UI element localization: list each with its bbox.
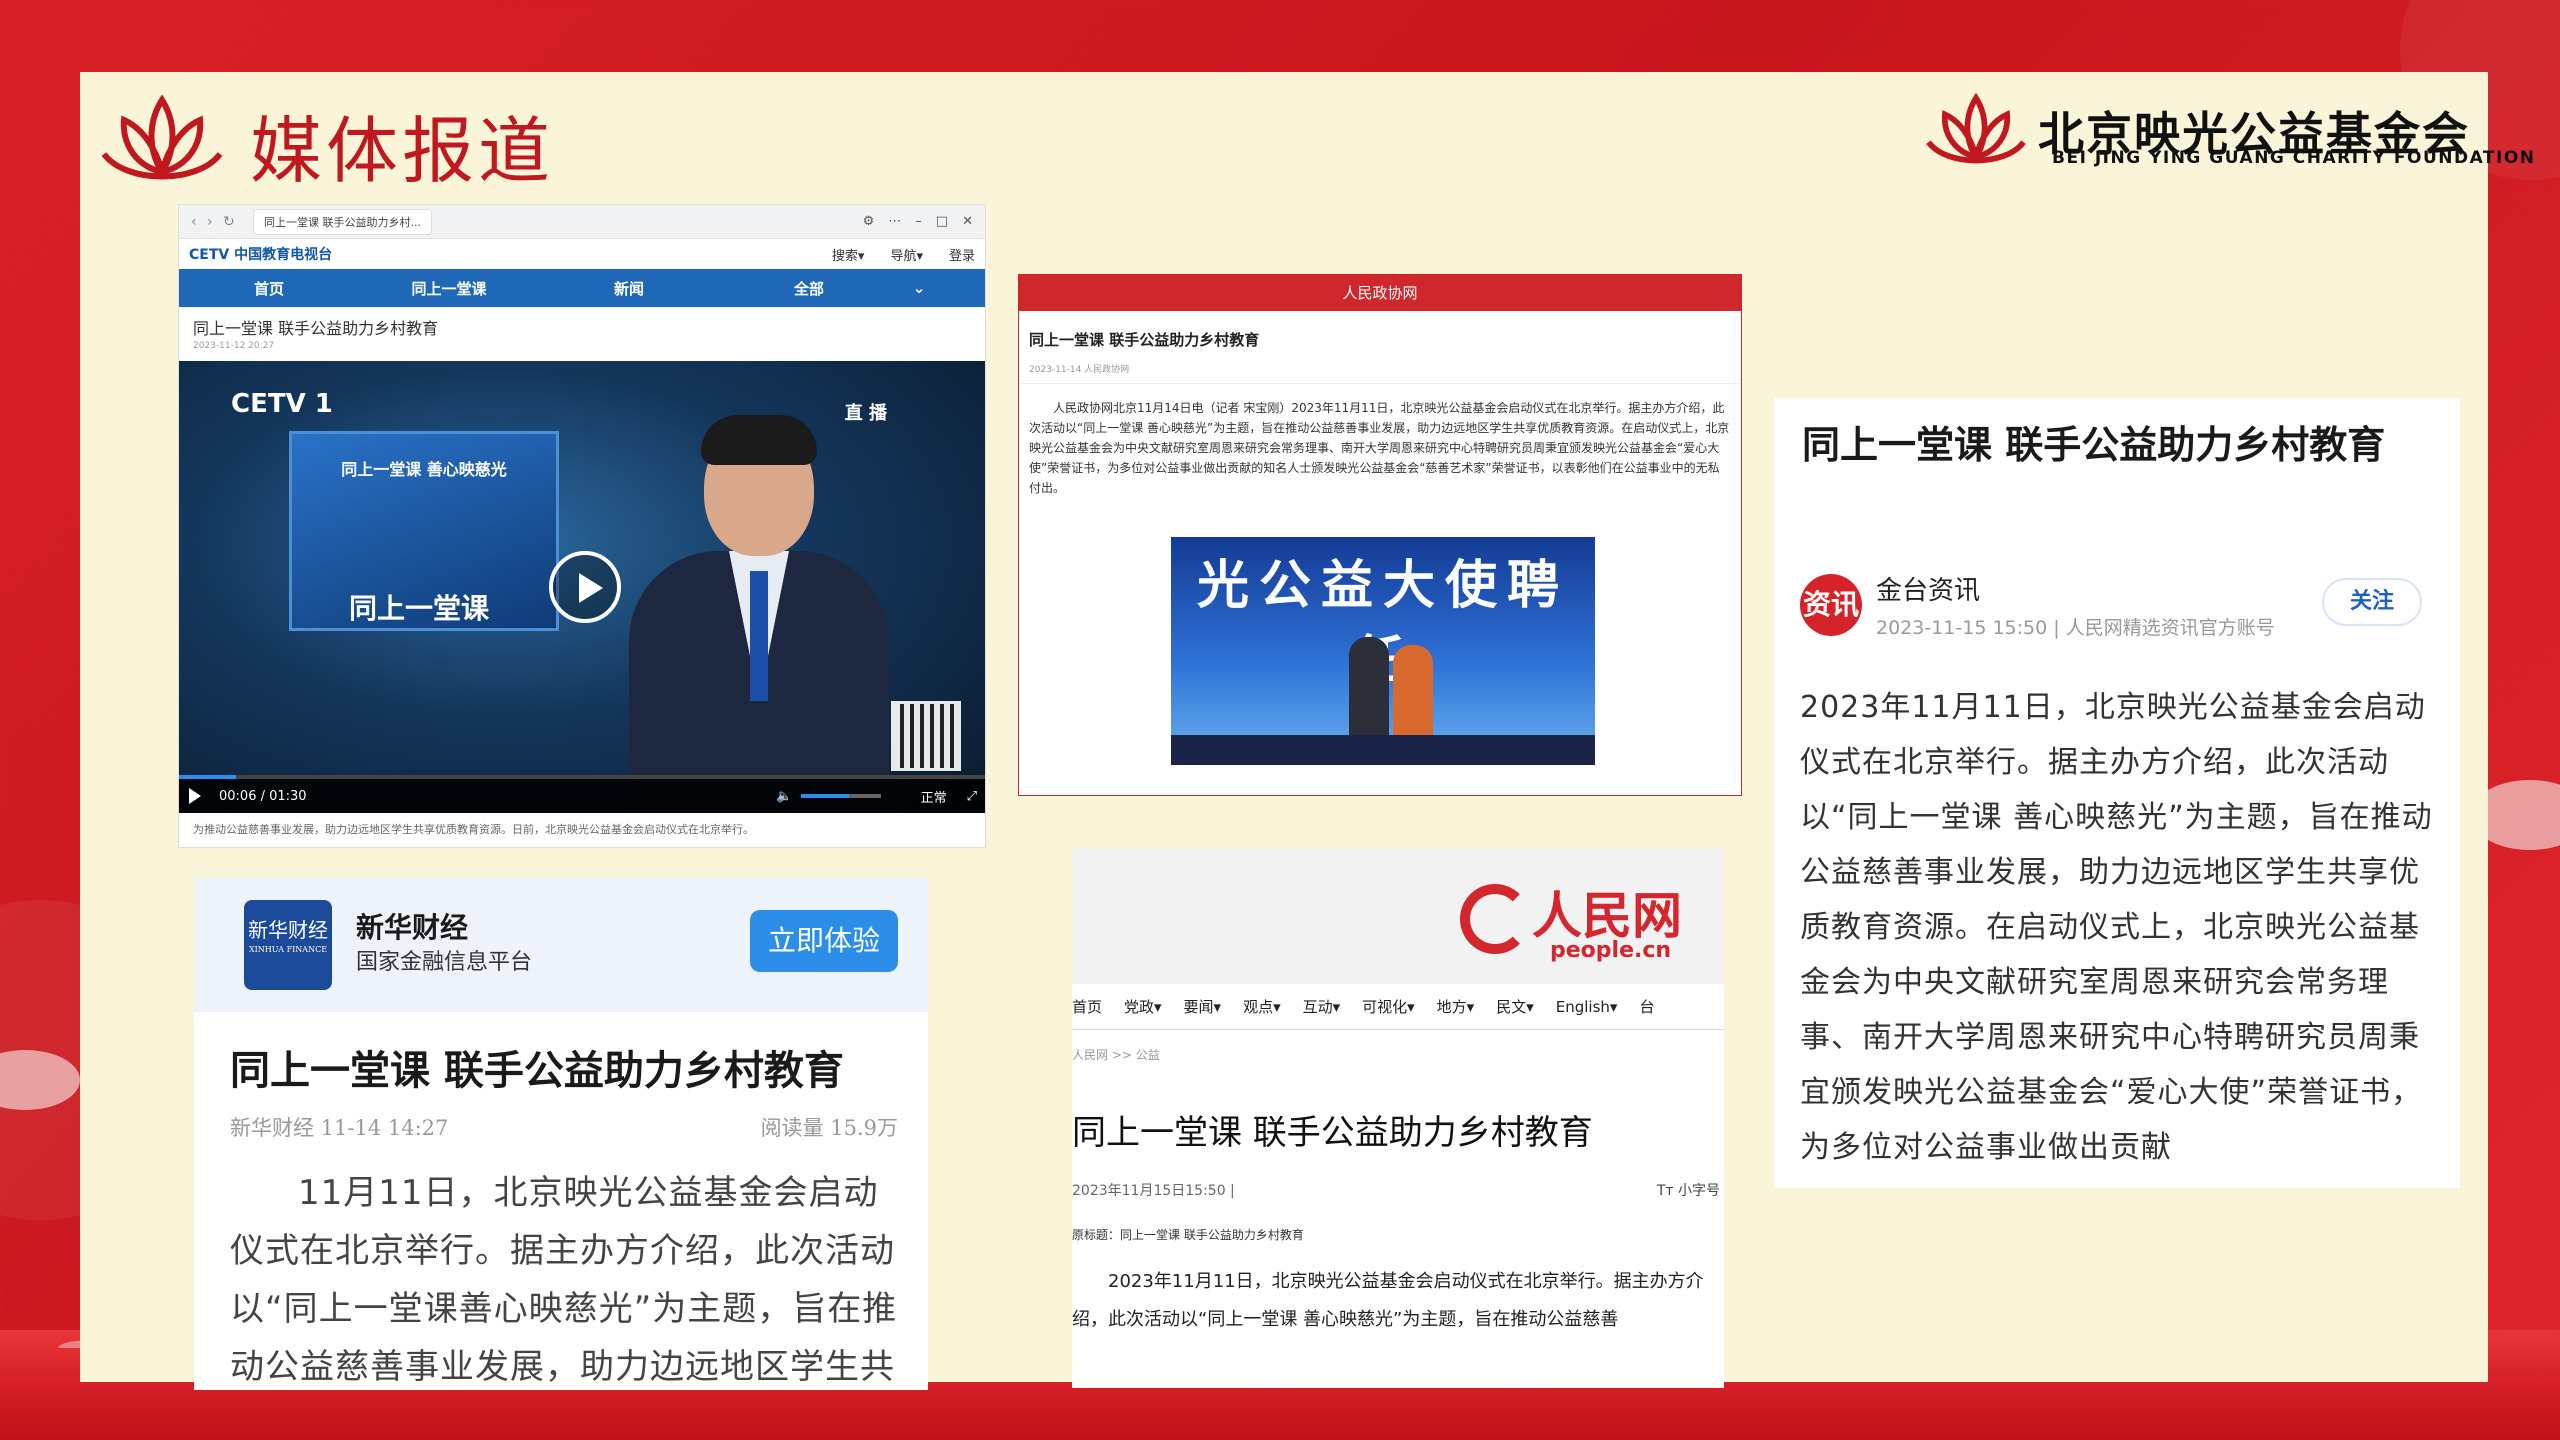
site-header: 人民网 people.cn xyxy=(1072,848,1724,984)
nav-item-class[interactable]: 同上一堂课 xyxy=(359,278,539,299)
more-icon[interactable]: ⋯ xyxy=(888,214,901,229)
follow-button[interactable]: 关注 xyxy=(2322,578,2422,626)
nav-item[interactable]: 台 xyxy=(1639,996,1654,1017)
back-icon[interactable]: ‹ xyxy=(191,214,207,230)
video-caption: 同上一堂课 xyxy=(349,592,490,625)
foundation-name-en: BEI JING YING GUANG CHARITY FOUNDATION xyxy=(2052,148,2536,168)
app-icon: 新华财经 XINHUA FINANCE xyxy=(244,900,332,990)
video-controls: 00:06 / 01:30 🔈 正常 ⤢ xyxy=(179,779,985,813)
article-title: 同上一堂课 联手公益助力乡村教育 xyxy=(1072,1113,1593,1153)
breadcrumb[interactable]: 人民网 >> 公益 xyxy=(1072,1030,1724,1063)
app-name: 新华财经 xyxy=(356,911,469,944)
play-icon[interactable] xyxy=(549,551,621,623)
nav-item[interactable]: 观点▾ xyxy=(1243,996,1281,1017)
nav-item[interactable]: 互动▾ xyxy=(1303,996,1341,1017)
article-meta: 2023-11-14 人民政协网 xyxy=(1019,354,1741,384)
source-meta: 2023-11-15 15:50 | 人民网精选资讯官方账号 xyxy=(1876,617,2275,639)
app-icon-text: 新华财经 xyxy=(248,918,328,942)
nav-link[interactable]: 导航▾ xyxy=(890,245,923,264)
studio-screen-title: 同上一堂课 善心映慈光 xyxy=(341,460,507,479)
article-body: 人民政协网北京11月14日电（记者 宋宝刚）2023年11月11日，北京映光公益… xyxy=(1029,401,1730,495)
nav-item-home[interactable]: 首页 xyxy=(179,278,359,299)
main-nav: 首页 同上一堂课 新闻 全部 ⌄ xyxy=(179,269,985,307)
people-screenshot: 人民网 people.cn 首页 党政▾ 要闻▾ 观点▾ 互动▾ 可视化▾ 地方… xyxy=(1072,848,1724,1388)
browser-tabbar: ‹ › ↻ 同上一堂课 联手公益助力乡村... ⚙ ⋯ – □ ✕ xyxy=(179,205,985,239)
video-player[interactable]: CETV 1 直 播 同上一堂课 善心映慈光 同上一堂课 00:06 / 01:… xyxy=(179,361,985,813)
article-body: 11月11日，北京映光公益基金会启动仪式在北京举行。据主办方介绍，此次活动以“同… xyxy=(230,1173,898,1387)
rmzxw-screenshot: 人民政协网 同上一堂课 联手公益助力乡村教育 2023-11-14 人民政协网 … xyxy=(1018,274,1742,796)
volume-control[interactable]: 🔈 xyxy=(776,789,881,804)
speed-select[interactable]: 正常 xyxy=(921,787,947,806)
nav-item[interactable]: 要闻▾ xyxy=(1184,996,1222,1017)
chevron-down-icon[interactable]: ⌄ xyxy=(899,279,939,297)
page-title: 媒体报道 xyxy=(250,109,555,193)
nav-item[interactable]: 地方▾ xyxy=(1437,996,1475,1017)
app-icon-text-en: XINHUA FINANCE xyxy=(248,945,328,954)
nav-item[interactable]: 首页 xyxy=(1072,996,1102,1017)
article-title: 同上一堂课 联手公益助力乡村教育 xyxy=(1802,423,2386,467)
maximize-icon[interactable]: □ xyxy=(936,214,948,229)
xinhua-screenshot: 新华财经 XINHUA FINANCE 新华财经 国家金融信息平台 立即体验 同… xyxy=(194,878,928,1390)
app-subtitle: 国家金融信息平台 xyxy=(356,950,533,975)
nav-item[interactable]: English▾ xyxy=(1556,998,1618,1016)
channel-logo: CETV 1 xyxy=(231,389,333,419)
fullscreen-icon[interactable]: ⤢ xyxy=(967,789,977,804)
people-logo-domain[interactable]: people.cn xyxy=(1550,938,1671,963)
nav-item[interactable]: 可视化▾ xyxy=(1362,996,1415,1017)
source-row: 资讯 金台资讯 2023-11-15 15:50 | 人民网精选资讯官方账号 关… xyxy=(1800,570,2440,640)
close-icon[interactable]: ✕ xyxy=(962,214,973,229)
article-title: 同上一堂课 联手公益助力乡村教育 xyxy=(1029,331,1260,349)
article-date: 2023年11月15日15:50 | xyxy=(1072,1183,1235,1199)
foundation-logo-icon xyxy=(1926,92,2026,164)
app-banner: 新华财经 XINHUA FINANCE 新华财经 国家金融信息平台 立即体验 xyxy=(194,878,928,1012)
video-time: 00:06 / 01:30 xyxy=(219,788,307,804)
nav-item[interactable]: 民文▾ xyxy=(1496,996,1534,1017)
nav-item-news[interactable]: 新闻 xyxy=(539,278,719,299)
article-title: 同上一堂课 联手公益助力乡村教育 xyxy=(193,319,439,338)
site-header: CETV 中国教育电视台 搜索▾ 导航▾ 登录 xyxy=(179,239,985,269)
qr-code xyxy=(891,701,961,771)
try-now-button[interactable]: 立即体验 xyxy=(750,910,898,972)
event-photo: 光公益大使聘任 xyxy=(1171,537,1595,765)
avatar[interactable]: 资讯 xyxy=(1800,574,1862,636)
volume-slider[interactable] xyxy=(800,794,881,798)
article-meta: 新华财经 11-14 14:27 阅读量 15.9万 xyxy=(194,1096,928,1142)
lotus-logo-icon xyxy=(101,94,223,180)
article-date: 2023-11-12 20:27 xyxy=(193,341,275,351)
main-nav: 首页 党政▾ 要闻▾ 观点▾ 互动▾ 可视化▾ 地方▾ 民文▾ English▾… xyxy=(1072,984,1724,1030)
nav-item[interactable]: 党政▾ xyxy=(1124,996,1162,1017)
article-source: 新华财经 11-14 14:27 xyxy=(230,1116,449,1140)
play-icon[interactable] xyxy=(189,788,201,804)
minimize-icon[interactable]: – xyxy=(915,214,922,229)
nav-item-all[interactable]: 全部 xyxy=(719,278,899,299)
font-size-toggle[interactable]: Tт 小字号 xyxy=(1657,1180,1720,1200)
news-anchor xyxy=(609,415,909,813)
cetv-logo[interactable]: CETV 中国教育电视台 xyxy=(189,244,332,264)
article-body: 2023年11月11日，北京映光公益基金会启动仪式在北京举行。据主办方介绍，此次… xyxy=(1072,1271,1704,1330)
people-logo-icon xyxy=(1460,884,1530,954)
article-title: 同上一堂课 联手公益助力乡村教育 xyxy=(230,1048,844,1094)
article-meta: 2023年11月15日15:50 | Tт 小字号 xyxy=(1072,1180,1724,1200)
login-link[interactable]: 登录 xyxy=(949,245,975,264)
volume-icon[interactable]: 🔈 xyxy=(776,789,792,804)
search-link[interactable]: 搜索▾ xyxy=(832,245,865,264)
cetv-screenshot: ‹ › ↻ 同上一堂课 联手公益助力乡村... ⚙ ⋯ – □ ✕ CETV 中… xyxy=(178,204,986,848)
article-summary: 为推动公益慈善事业发展，助力边远地区学生共享优质教育资源。日前，北京映光公益基金… xyxy=(193,823,754,836)
site-name: 人民政协网 xyxy=(1019,275,1741,311)
article-body: 2023年11月11日，北京映光公益基金会启动仪式在北京举行。据主办方介绍，此次… xyxy=(1800,690,2433,1165)
original-title: 原标题：同上一堂课 联手公益助力乡村教育 xyxy=(1072,1228,1304,1242)
browser-tab[interactable]: 同上一堂课 联手公益助力乡村... xyxy=(253,208,432,235)
settings-icon[interactable]: ⚙ xyxy=(863,214,875,229)
view-count: 阅读量 15.9万 xyxy=(760,1116,898,1140)
jintai-screenshot: 同上一堂课 联手公益助力乡村教育 资讯 金台资讯 2023-11-15 15:5… xyxy=(1774,398,2460,1188)
source-name[interactable]: 金台资讯 xyxy=(1876,570,2275,607)
reload-icon[interactable]: ↻ xyxy=(223,214,239,230)
forward-icon[interactable]: › xyxy=(207,214,223,230)
